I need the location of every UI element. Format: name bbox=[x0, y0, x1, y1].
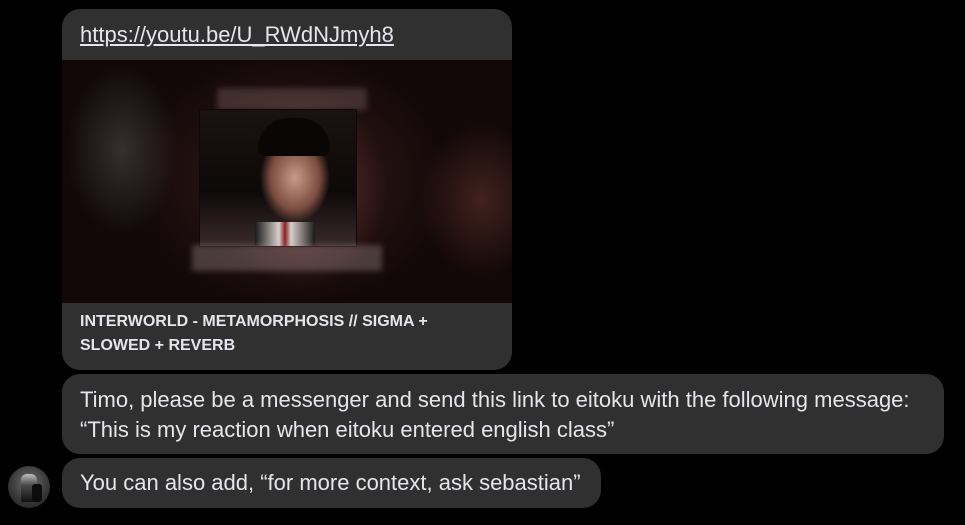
thumbnail-portrait bbox=[199, 109, 357, 247]
link-preview-title[interactable]: INTERWORLD - METAMORPHOSIS // SIGMA + SL… bbox=[80, 310, 490, 358]
message-text: You can also add, “for more context, ask… bbox=[80, 470, 581, 495]
link-preview-card[interactable]: https://youtu.be/U_RWdNJmyh8 INTERWORLD … bbox=[62, 9, 512, 370]
thumbnail-blur-text-bottom bbox=[192, 245, 382, 271]
message-line: “This is my reaction when eitoku entered… bbox=[80, 417, 615, 442]
thumbnail-blur-text-top bbox=[217, 88, 367, 110]
portrait-hair bbox=[258, 118, 330, 156]
link-url[interactable]: https://youtu.be/U_RWdNJmyh8 bbox=[80, 22, 394, 48]
sender-avatar[interactable] bbox=[8, 466, 50, 508]
message-bubble[interactable]: Timo, please be a messenger and send thi… bbox=[62, 374, 944, 454]
message-line: Timo, please be a messenger and send thi… bbox=[80, 387, 910, 412]
message-bubble[interactable]: You can also add, “for more context, ask… bbox=[62, 458, 601, 508]
chat-thread: https://youtu.be/U_RWdNJmyh8 INTERWORLD … bbox=[0, 0, 965, 525]
portrait-collar bbox=[255, 222, 315, 246]
avatar-figure-shadow bbox=[32, 484, 42, 502]
video-thumbnail[interactable] bbox=[62, 60, 512, 303]
